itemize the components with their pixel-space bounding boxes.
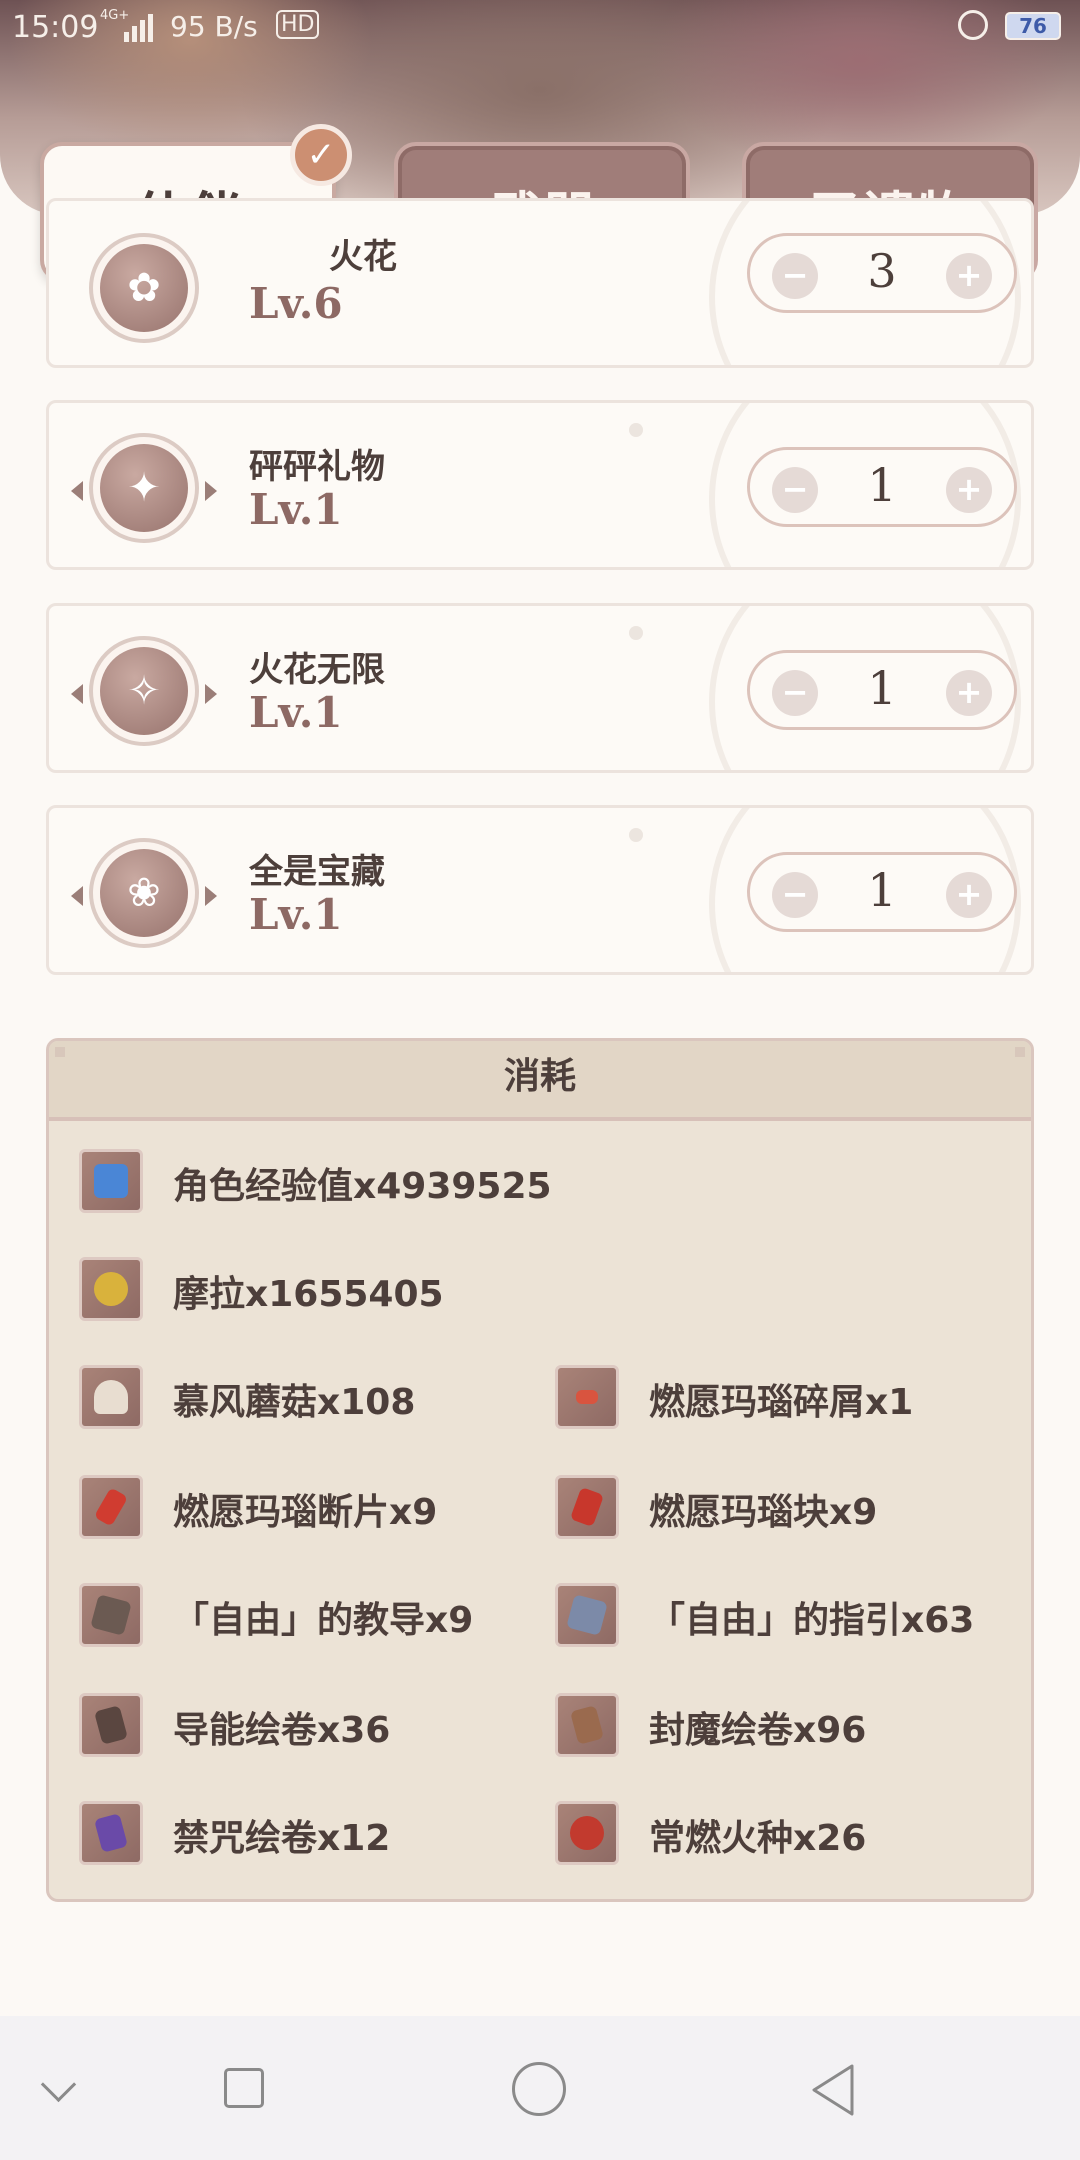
check-icon: ✓ [290, 124, 352, 186]
mushroom-icon [79, 1365, 143, 1429]
status-bar: 15:09 4G+ 95 B/s HD 76 [0, 0, 1080, 56]
talent-level: Lv.1 [249, 688, 343, 737]
agate-fragment-icon [79, 1475, 143, 1539]
talent-level: Lv.6 [249, 279, 343, 328]
exp-book-icon [79, 1149, 143, 1213]
material-label: 慕风蘑菇x108 [173, 1382, 416, 1423]
corner-ornament [55, 1047, 65, 1057]
collapse-chevron-icon[interactable] [40, 2066, 77, 2103]
forbidden-scroll-icon [79, 1801, 143, 1865]
material-label: 摩拉x1655405 [173, 1274, 444, 1315]
network-speed: 95 B/s [170, 10, 258, 43]
quantity-stepper[interactable]: − 3 + [747, 233, 1017, 313]
card-decoration-dot [629, 626, 643, 640]
material-label: 「自由」的指引x63 [649, 1600, 975, 1641]
talent-name: 砰砰礼物 [249, 447, 385, 487]
talent-card: ✿ 火花 Lv.6 − 3 + [46, 198, 1034, 368]
freedom-teachings-icon [79, 1583, 143, 1647]
back-button[interactable] [808, 2062, 858, 2118]
quantity-stepper[interactable]: − 1 + [747, 650, 1017, 730]
material-label: 燃愿玛瑙碎屑x1 [649, 1382, 914, 1423]
talent-card: ❀ 全是宝藏 Lv.1 − 1 + [46, 805, 1034, 975]
material-label: 燃愿玛瑙断片x9 [173, 1492, 438, 1533]
talent-name: 全是宝藏 [249, 852, 385, 892]
consumption-title: 消耗 [49, 1041, 1031, 1121]
card-decoration-dot [629, 423, 643, 437]
treasure-bag-talent-icon: ❀ [71, 838, 217, 948]
recents-button[interactable] [224, 2068, 264, 2108]
increase-button[interactable]: + [946, 872, 992, 918]
spark-talent-icon: ✧ [71, 636, 217, 746]
bomb-talent-icon: ✦ [71, 433, 217, 543]
material-label: 常燃火种x26 [649, 1818, 867, 1859]
status-time: 15:09 [12, 10, 99, 45]
divining-scroll-icon [79, 1693, 143, 1757]
increase-button[interactable]: + [946, 467, 992, 513]
freedom-guide-icon [555, 1583, 619, 1647]
talent-level: Lv.1 [249, 890, 343, 939]
sealed-scroll-icon [555, 1693, 619, 1757]
consumption-panel: 消耗 角色经验值x4939525 摩拉x1655405 慕风蘑菇x108 燃愿玛… [46, 1038, 1034, 1902]
talent-name: 火花 [329, 237, 397, 277]
material-label: 燃愿玛瑙块x9 [649, 1492, 878, 1533]
increase-button[interactable]: + [946, 670, 992, 716]
mora-coin-icon [79, 1257, 143, 1321]
flower-talent-icon: ✿ [89, 233, 199, 343]
corner-ornament [1015, 1047, 1025, 1057]
battery-icon: 76 [1005, 12, 1061, 40]
everflame-seed-icon [555, 1801, 619, 1865]
hd-icon: HD [276, 10, 320, 39]
signal-icon [124, 14, 153, 42]
agate-sliver-icon [555, 1365, 619, 1429]
agate-chunk-icon [555, 1475, 619, 1539]
increase-button[interactable]: + [946, 253, 992, 299]
rotation-lock-icon [958, 10, 988, 40]
talent-card: ✦ 砰砰礼物 Lv.1 − 1 + [46, 400, 1034, 570]
card-decoration-dot [629, 828, 643, 842]
quantity-stepper[interactable]: − 1 + [747, 447, 1017, 527]
quantity-stepper[interactable]: − 1 + [747, 852, 1017, 932]
talent-name: 火花无限 [249, 650, 385, 690]
talent-level: Lv.1 [249, 485, 343, 534]
material-label: 角色经验值x4939525 [173, 1166, 552, 1207]
home-button[interactable] [512, 2062, 566, 2116]
material-label: 禁咒绘卷x12 [173, 1818, 391, 1859]
material-label: 「自由」的教导x9 [173, 1600, 474, 1641]
talent-card: ✧ 火花无限 Lv.1 − 1 + [46, 603, 1034, 773]
system-nav-bar [0, 2016, 1080, 2160]
material-label: 封魔绘卷x96 [649, 1710, 867, 1751]
material-label: 导能绘卷x36 [173, 1710, 391, 1751]
